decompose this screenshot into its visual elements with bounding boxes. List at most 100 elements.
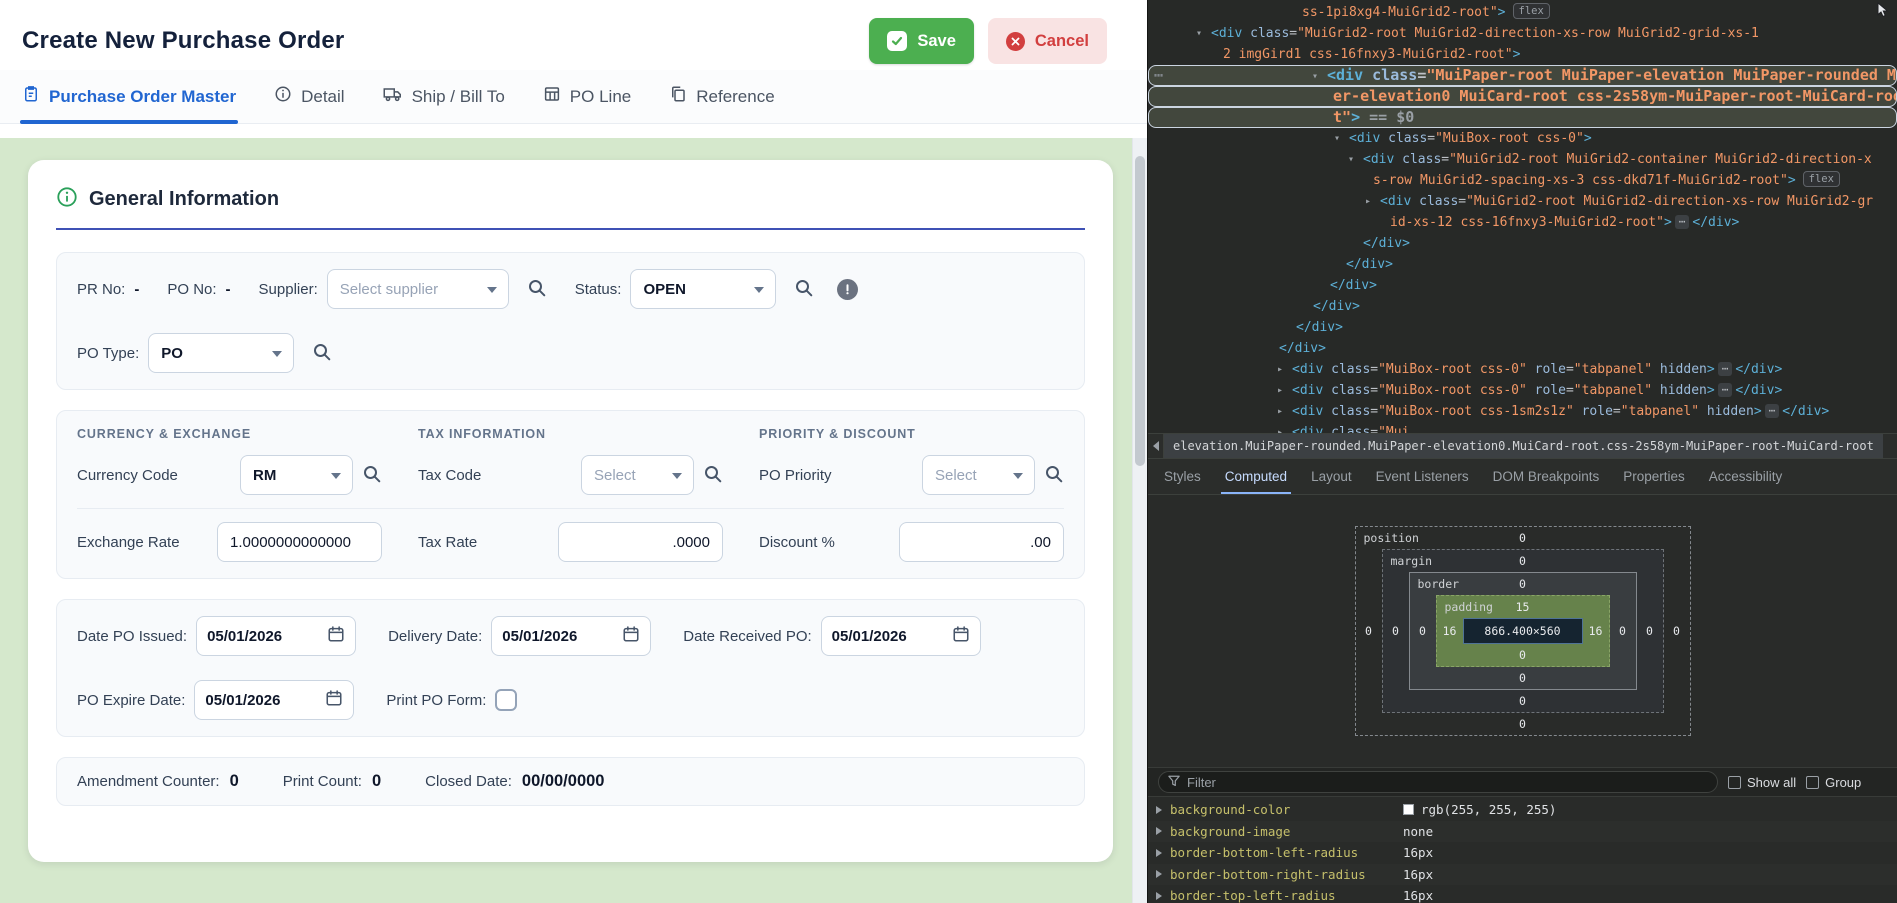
ellipsis-expander[interactable]: ⋯: [1718, 383, 1733, 397]
discount-input[interactable]: [899, 522, 1064, 562]
show-all-checkbox[interactable]: [1728, 776, 1741, 789]
scrollbar-thumb[interactable]: [1135, 156, 1145, 466]
collapse-arrow-icon[interactable]: ▾: [1334, 128, 1340, 149]
collapse-arrow-icon[interactable]: ▾: [1312, 66, 1318, 86]
expand-arrow-icon[interactable]: ▸: [1277, 359, 1283, 380]
chevron-right-icon[interactable]: [1156, 892, 1162, 900]
computed-property-row[interactable]: border-bottom-right-radius 16px: [1148, 864, 1897, 886]
delivery-date-input[interactable]: 05/01/2026: [491, 616, 651, 656]
calendar-icon[interactable]: [325, 689, 343, 711]
expand-arrow-icon[interactable]: ▸: [1365, 191, 1371, 212]
chevron-right-icon[interactable]: [1156, 806, 1162, 814]
dom-tree-row[interactable]: 2 imgGird1 css-16fnxy3-MuiGrid2-root">: [1148, 44, 1897, 65]
ellipsis-expander[interactable]: ⋯: [1718, 362, 1733, 376]
ellipsis-expander[interactable]: ⋯: [1675, 215, 1690, 229]
filter-input[interactable]: Filter: [1158, 771, 1718, 793]
padding-right-value: 16: [1583, 624, 1609, 638]
status-select[interactable]: OPEN: [630, 269, 776, 309]
calendar-icon[interactable]: [622, 625, 640, 647]
dom-tree-row[interactable]: </div>: [1148, 254, 1897, 275]
tab-event-listeners[interactable]: Event Listeners: [1364, 459, 1481, 494]
tab-purchase-order-master[interactable]: Purchase Order Master: [22, 70, 236, 123]
po-type-select[interactable]: PO: [148, 333, 294, 373]
date-po-issued-input[interactable]: 05/01/2026: [196, 616, 356, 656]
tax-rate-input[interactable]: [558, 522, 723, 562]
dom-tree-row[interactable]: ▸<div class="MuiBox-root css-1sm2s1z" ro…: [1148, 401, 1897, 422]
dom-tree-row[interactable]: s-row MuiGrid2-spacing-xs-3 css-dkd71f-M…: [1148, 170, 1897, 191]
tab-styles[interactable]: Styles: [1152, 459, 1213, 494]
node-menu-icon[interactable]: ⋯: [1154, 65, 1163, 86]
tab-ship-bill-to[interactable]: Ship / Bill To: [383, 70, 505, 123]
date-received-po-input[interactable]: 05/01/2026: [821, 616, 981, 656]
dom-tree-row[interactable]: ▾<div class="MuiBox-root css-0">: [1148, 128, 1897, 149]
tax-code-search-button[interactable]: [703, 464, 723, 487]
flex-badge[interactable]: flex: [1803, 171, 1840, 187]
show-all-toggle[interactable]: Show all: [1728, 775, 1796, 790]
po-priority-select[interactable]: Select: [922, 455, 1035, 495]
dom-tree-row[interactable]: </div>: [1148, 233, 1897, 254]
status-search-button[interactable]: [794, 278, 814, 301]
breadcrumb-scroll-left-button[interactable]: [1148, 434, 1164, 458]
dom-tree-row[interactable]: </div>: [1148, 296, 1897, 317]
calendar-icon[interactable]: [327, 625, 345, 647]
tab-detail[interactable]: Detail: [274, 70, 344, 123]
dom-tree-row[interactable]: ▾<div class="MuiGrid2-root MuiGrid2-dire…: [1148, 23, 1897, 44]
tab-reference[interactable]: Reference: [669, 70, 774, 123]
collapse-arrow-icon[interactable]: ▾: [1348, 149, 1354, 170]
ellipsis-expander[interactable]: ⋯: [1765, 404, 1780, 418]
box-model-padding-ring[interactable]: padding 15 16 16 0 866.400×560: [1436, 595, 1610, 667]
chevron-right-icon[interactable]: [1156, 849, 1162, 857]
tab-computed[interactable]: Computed: [1213, 459, 1299, 494]
dom-tree-row[interactable]: ▸<div class="MuiGrid2-root MuiGrid2-dire…: [1148, 191, 1897, 212]
dom-tree-row[interactable]: id-xs-12 css-16fnxy3-MuiGrid2-root">⋯</d…: [1148, 212, 1897, 233]
dom-tree-row[interactable]: ▸<div class="Mui: [1148, 422, 1897, 433]
tax-code-select[interactable]: Select: [581, 455, 694, 495]
chevron-right-icon[interactable]: [1156, 827, 1162, 835]
dom-tree-row[interactable]: er-elevation0 MuiCard-root css-2s58ym-Mu…: [1148, 86, 1897, 107]
expand-arrow-icon[interactable]: ▸: [1277, 422, 1283, 433]
expand-arrow-icon[interactable]: ▸: [1277, 380, 1283, 401]
computed-property-row[interactable]: border-bottom-left-radius 16px: [1148, 842, 1897, 864]
dom-tree-row[interactable]: </div>: [1148, 317, 1897, 338]
po-priority-search-button[interactable]: [1044, 464, 1064, 487]
flex-badge[interactable]: flex: [1513, 3, 1550, 19]
dom-tree-row[interactable]: ⋯▾<div class="MuiPaper-root MuiPaper-ele…: [1148, 65, 1897, 86]
supplier-search-button[interactable]: [527, 278, 547, 301]
exchange-rate-input[interactable]: [217, 522, 382, 562]
dom-tree-row[interactable]: ss-1pi8xg4-MuiGrid2-root">flex: [1148, 2, 1897, 23]
tab-layout[interactable]: Layout: [1299, 459, 1364, 494]
group-checkbox[interactable]: [1806, 776, 1819, 789]
supplier-select[interactable]: Select supplier: [327, 269, 509, 309]
computed-property-row[interactable]: background-image none: [1148, 821, 1897, 843]
po-expire-date-input[interactable]: 05/01/2026: [194, 680, 354, 720]
breadcrumb-selected-node[interactable]: elevation.MuiPaper-rounded.MuiPaper-elev…: [1164, 434, 1883, 458]
collapse-arrow-icon[interactable]: ▾: [1196, 23, 1202, 44]
group-toggle[interactable]: Group: [1806, 775, 1861, 790]
save-button[interactable]: Save: [869, 18, 974, 64]
dom-tree-row[interactable]: </div>: [1148, 338, 1897, 359]
vertical-scrollbar[interactable]: [1132, 138, 1147, 903]
currency-code-select[interactable]: RM: [240, 455, 353, 495]
calendar-icon[interactable]: [952, 625, 970, 647]
chevron-right-icon[interactable]: [1156, 870, 1162, 878]
tab-dom-breakpoints[interactable]: DOM Breakpoints: [1481, 459, 1612, 494]
cancel-button[interactable]: Cancel: [988, 18, 1107, 64]
box-model-position-ring[interactable]: position 0 0 0 0 margin 0 0 0 0 border 0…: [1355, 526, 1691, 736]
dom-tree-row[interactable]: ▸<div class="MuiBox-root css-0" role="ta…: [1148, 380, 1897, 401]
computed-property-row[interactable]: border-top-left-radius 16px: [1148, 885, 1897, 903]
po-type-search-button[interactable]: [312, 342, 332, 365]
tab-po-line[interactable]: PO Line: [543, 70, 631, 123]
box-model-content[interactable]: 866.400×560: [1463, 618, 1583, 644]
print-po-form-checkbox[interactable]: [495, 689, 517, 711]
tab-accessibility[interactable]: Accessibility: [1697, 459, 1795, 494]
computed-property-row[interactable]: background-color rgb(255, 255, 255): [1148, 799, 1897, 821]
currency-search-button[interactable]: [362, 464, 382, 487]
dom-tree-row[interactable]: t"> == $0: [1148, 107, 1897, 128]
expand-arrow-icon[interactable]: ▸: [1277, 401, 1283, 422]
box-model-border-ring[interactable]: border 0 0 0 0 padding 15 16 16 0 866.40…: [1409, 572, 1637, 690]
dom-tree-row[interactable]: ▾<div class="MuiGrid2-root MuiGrid2-cont…: [1148, 149, 1897, 170]
dom-tree-row[interactable]: ▸<div class="MuiBox-root css-0" role="ta…: [1148, 359, 1897, 380]
box-model-margin-ring[interactable]: margin 0 0 0 0 border 0 0 0 0 padding 15: [1382, 549, 1664, 713]
dom-tree-row[interactable]: </div>: [1148, 275, 1897, 296]
tab-properties[interactable]: Properties: [1611, 459, 1697, 494]
